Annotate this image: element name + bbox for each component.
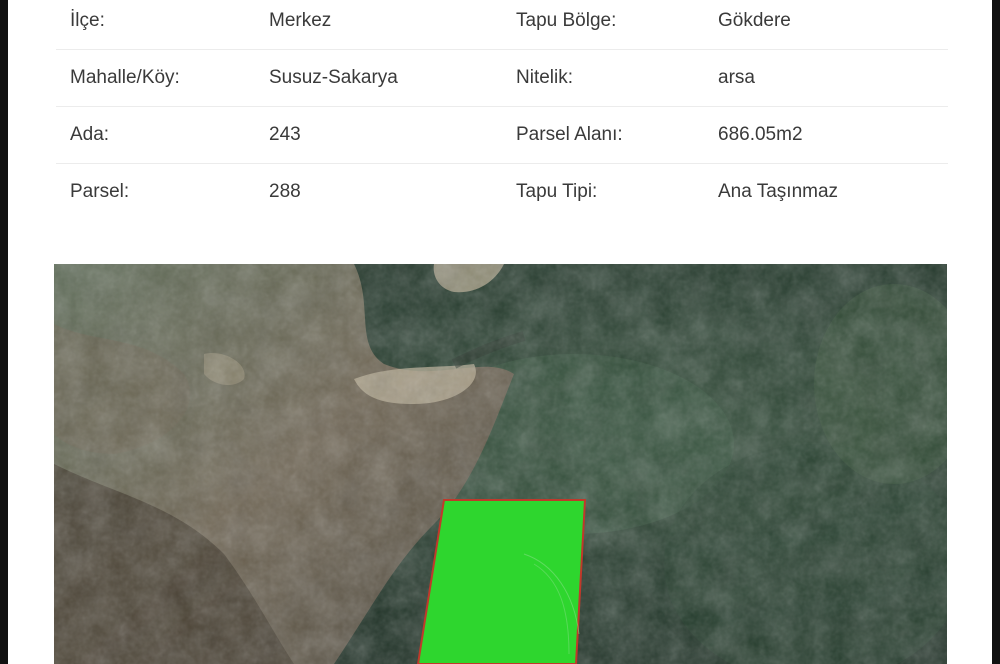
nitelik-value: arsa (718, 67, 755, 88)
parsel-alani-value: 686.05m2 (718, 124, 803, 145)
left-frame-edge (0, 0, 8, 664)
table-row: İlçe: Merkez Tapu Bölge: Gökdere (56, 0, 948, 50)
table-row: Mahalle/Köy: Susuz-Sakarya Nitelik: arsa (56, 50, 948, 107)
table-row: Ada: 243 Parsel Alanı: 686.05m2 (56, 107, 948, 164)
tapu-bolge-label: Tapu Bölge: (516, 10, 617, 31)
tapu-tipi-label: Tapu Tipi: (516, 181, 598, 202)
parcel-details-table: İlçe: Merkez Tapu Bölge: Gökdere Mahalle… (56, 0, 948, 220)
satellite-map[interactable] (54, 264, 947, 664)
ilce-label: İlçe: (70, 10, 105, 31)
ilce-value: Merkez (269, 10, 332, 31)
nitelik-label: Nitelik: (516, 67, 574, 88)
mahalle-value: Susuz-Sakarya (269, 67, 398, 88)
ada-value: 243 (269, 124, 301, 145)
parsel-value: 288 (269, 181, 301, 202)
satellite-imagery (54, 264, 947, 664)
mahalle-label: Mahalle/Köy: (70, 67, 180, 88)
tapu-tipi-value: Ana Taşınmaz (718, 181, 839, 202)
parsel-alani-label: Parsel Alanı: (516, 124, 623, 145)
tapu-bolge-value: Gökdere (718, 10, 791, 31)
table-row: Parsel: 288 Tapu Tipi: Ana Taşınmaz (56, 164, 948, 220)
parsel-label: Parsel: (70, 181, 130, 202)
right-frame-edge (992, 0, 1000, 664)
ada-label: Ada: (70, 124, 110, 145)
